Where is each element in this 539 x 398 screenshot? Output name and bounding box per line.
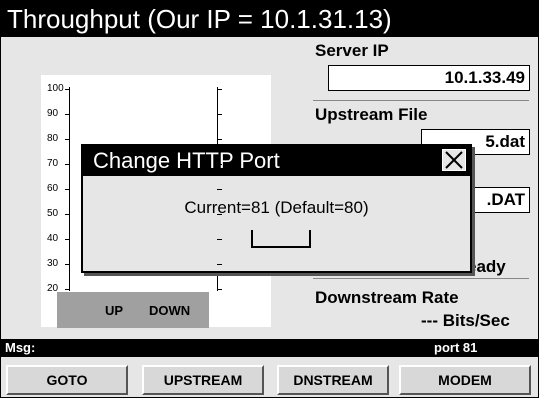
divider bbox=[313, 278, 529, 279]
downstream-rate-value: --- Bits/Sec bbox=[421, 311, 510, 330]
gauge-tick-mark bbox=[65, 239, 70, 240]
window-title: Throughput (Our IP = 10.1.31.13) bbox=[1, 1, 538, 37]
gauge-tick-mark bbox=[217, 264, 222, 265]
server-ip-label: Server IP bbox=[315, 41, 389, 60]
close-icon bbox=[445, 151, 463, 169]
gauge-tick-mark bbox=[65, 164, 70, 165]
gauge-tick-mark bbox=[65, 139, 70, 140]
upstream-button[interactable]: UPSTREAM bbox=[142, 365, 264, 395]
gauge-tick-label: 50 bbox=[47, 208, 59, 219]
divider bbox=[313, 100, 529, 101]
gauge-tick-label: 20 bbox=[47, 283, 59, 294]
goto-button[interactable]: GOTO bbox=[6, 365, 128, 395]
downstream-rate-label: Downstream Rate bbox=[315, 288, 459, 307]
gauge-up-label: UP bbox=[105, 303, 124, 318]
gauge-down-label: DOWN bbox=[149, 303, 191, 318]
server-ip-field[interactable]: 10.1.33.49 bbox=[328, 65, 530, 91]
modem-button[interactable]: MODEM bbox=[399, 365, 531, 395]
gauge-tick-mark bbox=[217, 139, 222, 140]
gauge-tick-mark bbox=[65, 289, 70, 290]
gauge-tick-label: 60 bbox=[47, 183, 59, 194]
gauge-tick-mark bbox=[65, 214, 70, 215]
message-bar: Msg: port 81 bbox=[1, 339, 538, 357]
gauge-tick-mark bbox=[217, 89, 222, 90]
dialog-title: Change HTTP Port bbox=[83, 146, 470, 176]
gauge-tick-mark bbox=[217, 239, 222, 240]
gauge-tick-mark bbox=[217, 114, 222, 115]
gauge-tick-mark bbox=[65, 89, 70, 90]
port-status: port 81 bbox=[434, 340, 478, 355]
gauge-tick-label: 40 bbox=[47, 233, 59, 244]
throughput-screen: Throughput (Our IP = 10.1.31.13) UP DOWN… bbox=[0, 0, 539, 398]
gauge-tick-label: 80 bbox=[47, 133, 59, 144]
gauge-tick-mark bbox=[217, 189, 222, 190]
gauge-tick-label: 70 bbox=[47, 158, 59, 169]
msg-label: Msg: bbox=[5, 340, 36, 355]
gauge-tick-mark bbox=[217, 164, 222, 165]
gauge-tick-mark bbox=[65, 114, 70, 115]
gauge-tick-label: 30 bbox=[47, 258, 59, 269]
dnstream-button[interactable]: DNSTREAM bbox=[277, 365, 389, 395]
gauge-tick-label: 100 bbox=[47, 83, 64, 94]
gauge-tick-mark bbox=[65, 264, 70, 265]
current-port-text: Current=81 (Default=80) bbox=[184, 198, 369, 217]
gauge-tick-mark bbox=[217, 289, 222, 290]
upstream-file-label: Upstream File bbox=[315, 105, 428, 124]
button-bar: GOTO UPSTREAM DNSTREAM MODEM bbox=[1, 357, 538, 397]
close-button[interactable] bbox=[442, 149, 466, 171]
gauge-tick-mark bbox=[217, 214, 222, 215]
port-input[interactable] bbox=[251, 230, 311, 248]
status-text: eady bbox=[467, 257, 506, 276]
gauge-tick-mark bbox=[65, 189, 70, 190]
change-http-port-dialog: Change HTTP Port Current=81 (Default=80) bbox=[81, 144, 472, 273]
gauge-tick-label: 90 bbox=[47, 108, 59, 119]
